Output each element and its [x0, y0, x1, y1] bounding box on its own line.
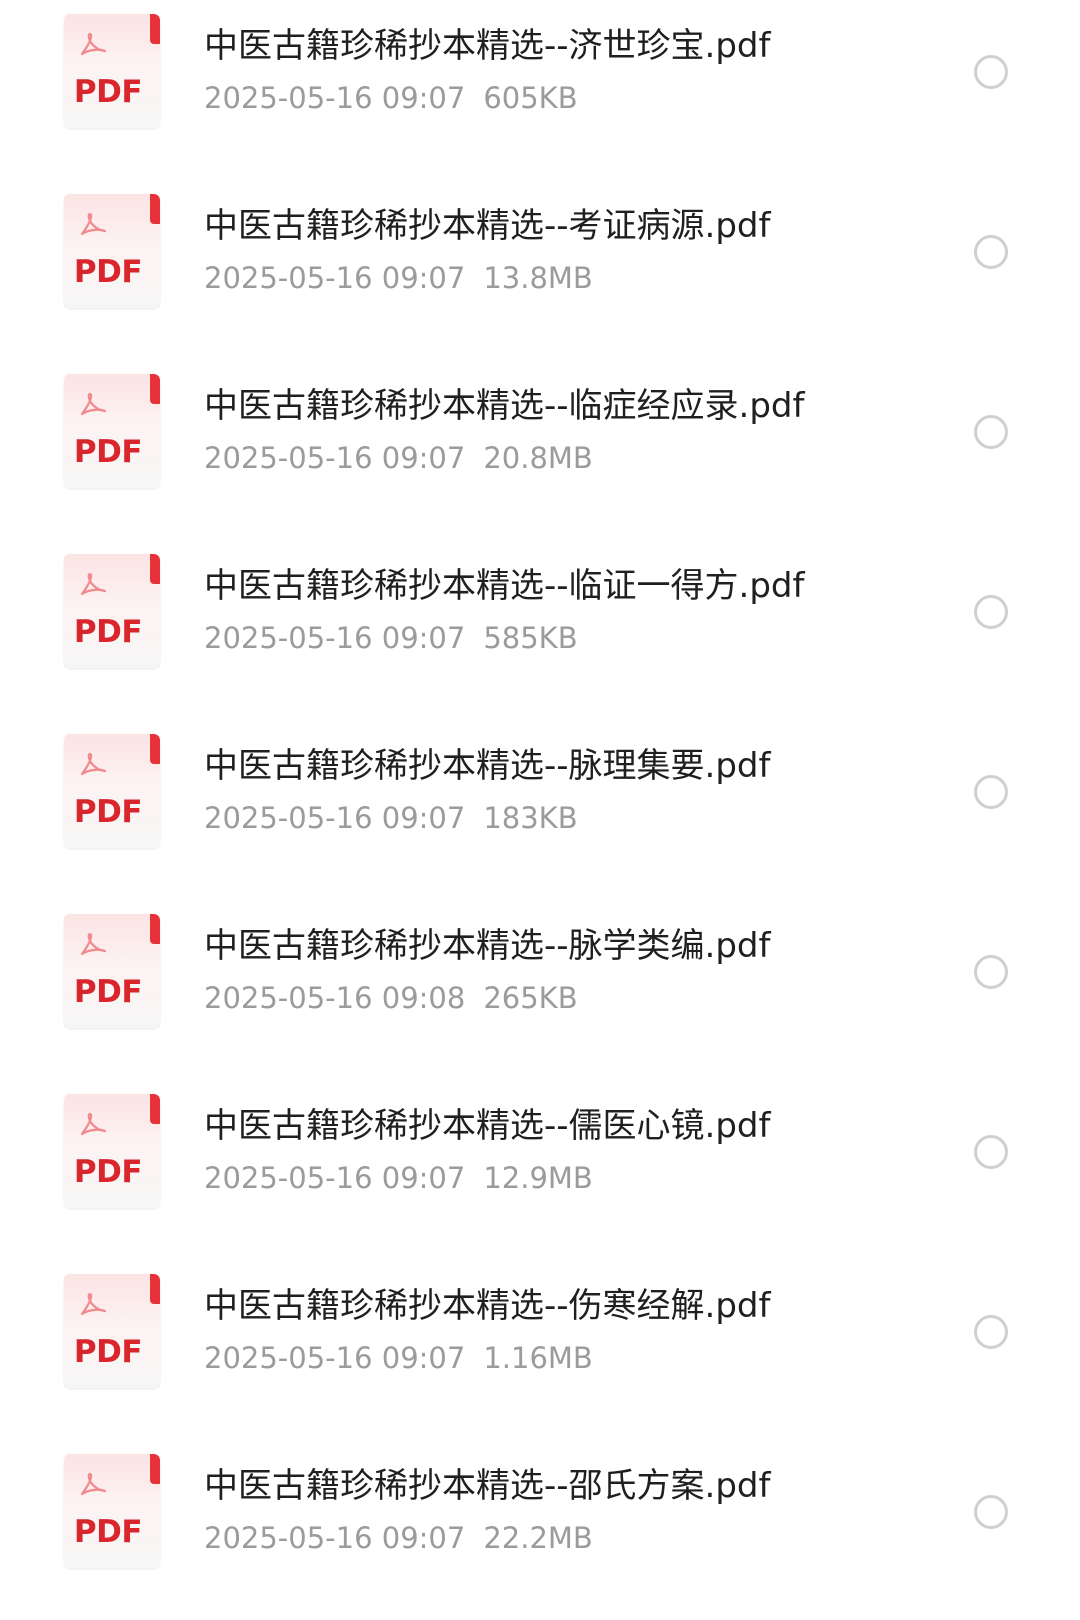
- acrobat-icon: [80, 212, 107, 236]
- file-size: 1.16MB: [483, 1341, 593, 1375]
- file-meta: 2025-05-16 09:07 20.8MB: [204, 438, 593, 478]
- pdf-type-label: PDF: [73, 254, 143, 290]
- file-list-item[interactable]: PDF 中医古籍珍稀抄本精选--邵氏方案.pdf 2025-05-16 09:0…: [0, 1440, 1080, 1620]
- file-name: 中医古籍珍稀抄本精选--临证一得方.pdf: [204, 566, 805, 606]
- acrobat-icon: [80, 32, 107, 56]
- file-meta: 2025-05-16 09:07 605KB: [204, 78, 578, 118]
- file-list-item[interactable]: PDF 中医古籍珍稀抄本精选--脉学类编.pdf 2025-05-16 09:0…: [0, 900, 1080, 1080]
- icon-corner-mark: [150, 374, 160, 404]
- file-size: 12.9MB: [483, 1161, 593, 1195]
- file-date: 2025-05-16 09:07: [204, 801, 466, 835]
- acrobat-icon: [80, 392, 107, 416]
- file-date: 2025-05-16 09:07: [204, 261, 466, 295]
- icon-corner-mark: [150, 1094, 160, 1124]
- file-date: 2025-05-16 09:07: [204, 1521, 466, 1555]
- file-size: 585KB: [483, 621, 578, 655]
- file-name: 中医古籍珍稀抄本精选--临症经应录.pdf: [204, 386, 805, 426]
- radio-unchecked-icon[interactable]: [974, 955, 1008, 989]
- file-date: 2025-05-16 09:07: [204, 1161, 466, 1195]
- pdf-file-icon: PDF: [64, 1094, 160, 1208]
- file-date: 2025-05-16 09:07: [204, 621, 466, 655]
- file-list: PDF 中医古籍珍稀抄本精选--济世珍宝.pdf 2025-05-16 09:0…: [0, 0, 1080, 1620]
- file-list-item[interactable]: PDF 中医古籍珍稀抄本精选--儒医心镜.pdf 2025-05-16 09:0…: [0, 1080, 1080, 1260]
- pdf-type-label: PDF: [73, 794, 143, 830]
- file-size: 13.8MB: [483, 261, 593, 295]
- file-meta: 2025-05-16 09:08 265KB: [204, 978, 578, 1018]
- pdf-type-label: PDF: [73, 1334, 143, 1370]
- file-name: 中医古籍珍稀抄本精选--脉学类编.pdf: [204, 926, 771, 966]
- pdf-file-icon: PDF: [64, 1454, 160, 1568]
- icon-corner-mark: [150, 1274, 160, 1304]
- file-size: 265KB: [483, 981, 578, 1015]
- file-meta: 2025-05-16 09:07 13.8MB: [204, 258, 593, 298]
- file-meta: 2025-05-16 09:07 22.2MB: [204, 1518, 593, 1558]
- pdf-file-icon: PDF: [64, 914, 160, 1028]
- file-list-item[interactable]: PDF 中医古籍珍稀抄本精选--考证病源.pdf 2025-05-16 09:0…: [0, 180, 1080, 360]
- pdf-type-label: PDF: [73, 434, 143, 470]
- pdf-type-label: PDF: [73, 974, 143, 1010]
- icon-corner-mark: [150, 1454, 160, 1484]
- acrobat-icon: [80, 572, 107, 596]
- file-list-item[interactable]: PDF 中医古籍珍稀抄本精选--临症经应录.pdf 2025-05-16 09:…: [0, 360, 1080, 540]
- radio-unchecked-icon[interactable]: [974, 595, 1008, 629]
- file-meta: 2025-05-16 09:07 183KB: [204, 798, 578, 838]
- file-size: 605KB: [483, 81, 578, 115]
- radio-unchecked-icon[interactable]: [974, 1135, 1008, 1169]
- acrobat-icon: [80, 1112, 107, 1136]
- file-meta: 2025-05-16 09:07 12.9MB: [204, 1158, 593, 1198]
- acrobat-icon: [80, 1292, 107, 1316]
- file-size: 183KB: [483, 801, 578, 835]
- icon-corner-mark: [150, 734, 160, 764]
- acrobat-icon: [80, 1472, 107, 1496]
- radio-unchecked-icon[interactable]: [974, 235, 1008, 269]
- pdf-type-label: PDF: [73, 614, 143, 650]
- file-size: 22.2MB: [483, 1521, 593, 1555]
- icon-corner-mark: [150, 14, 160, 44]
- radio-unchecked-icon[interactable]: [974, 55, 1008, 89]
- acrobat-icon: [80, 932, 107, 956]
- file-size: 20.8MB: [483, 441, 593, 475]
- file-list-item[interactable]: PDF 中医古籍珍稀抄本精选--临证一得方.pdf 2025-05-16 09:…: [0, 540, 1080, 720]
- pdf-file-icon: PDF: [64, 554, 160, 668]
- file-name: 中医古籍珍稀抄本精选--邵氏方案.pdf: [204, 1466, 771, 1506]
- pdf-file-icon: PDF: [64, 1274, 160, 1388]
- radio-unchecked-icon[interactable]: [974, 1315, 1008, 1349]
- file-name: 中医古籍珍稀抄本精选--伤寒经解.pdf: [204, 1286, 771, 1326]
- file-name: 中医古籍珍稀抄本精选--济世珍宝.pdf: [204, 26, 771, 66]
- file-list-item[interactable]: PDF 中医古籍珍稀抄本精选--伤寒经解.pdf 2025-05-16 09:0…: [0, 1260, 1080, 1440]
- icon-corner-mark: [150, 914, 160, 944]
- file-name: 中医古籍珍稀抄本精选--脉理集要.pdf: [204, 746, 771, 786]
- file-name: 中医古籍珍稀抄本精选--考证病源.pdf: [204, 206, 771, 246]
- pdf-type-label: PDF: [73, 1154, 143, 1190]
- icon-corner-mark: [150, 194, 160, 224]
- file-list-item[interactable]: PDF 中医古籍珍稀抄本精选--济世珍宝.pdf 2025-05-16 09:0…: [0, 0, 1080, 180]
- file-list-item[interactable]: PDF 中医古籍珍稀抄本精选--脉理集要.pdf 2025-05-16 09:0…: [0, 720, 1080, 900]
- pdf-file-icon: PDF: [64, 374, 160, 488]
- radio-unchecked-icon[interactable]: [974, 1495, 1008, 1529]
- file-name: 中医古籍珍稀抄本精选--儒医心镜.pdf: [204, 1106, 771, 1146]
- radio-unchecked-icon[interactable]: [974, 415, 1008, 449]
- pdf-type-label: PDF: [73, 1514, 143, 1550]
- radio-unchecked-icon[interactable]: [974, 775, 1008, 809]
- file-date: 2025-05-16 09:07: [204, 441, 466, 475]
- pdf-file-icon: PDF: [64, 14, 160, 128]
- file-date: 2025-05-16 09:07: [204, 1341, 466, 1375]
- acrobat-icon: [80, 752, 107, 776]
- file-date: 2025-05-16 09:07: [204, 81, 466, 115]
- file-meta: 2025-05-16 09:07 1.16MB: [204, 1338, 593, 1378]
- pdf-file-icon: PDF: [64, 194, 160, 308]
- file-meta: 2025-05-16 09:07 585KB: [204, 618, 578, 658]
- icon-corner-mark: [150, 554, 160, 584]
- pdf-file-icon: PDF: [64, 734, 160, 848]
- file-date: 2025-05-16 09:08: [204, 981, 466, 1015]
- pdf-type-label: PDF: [73, 74, 143, 110]
